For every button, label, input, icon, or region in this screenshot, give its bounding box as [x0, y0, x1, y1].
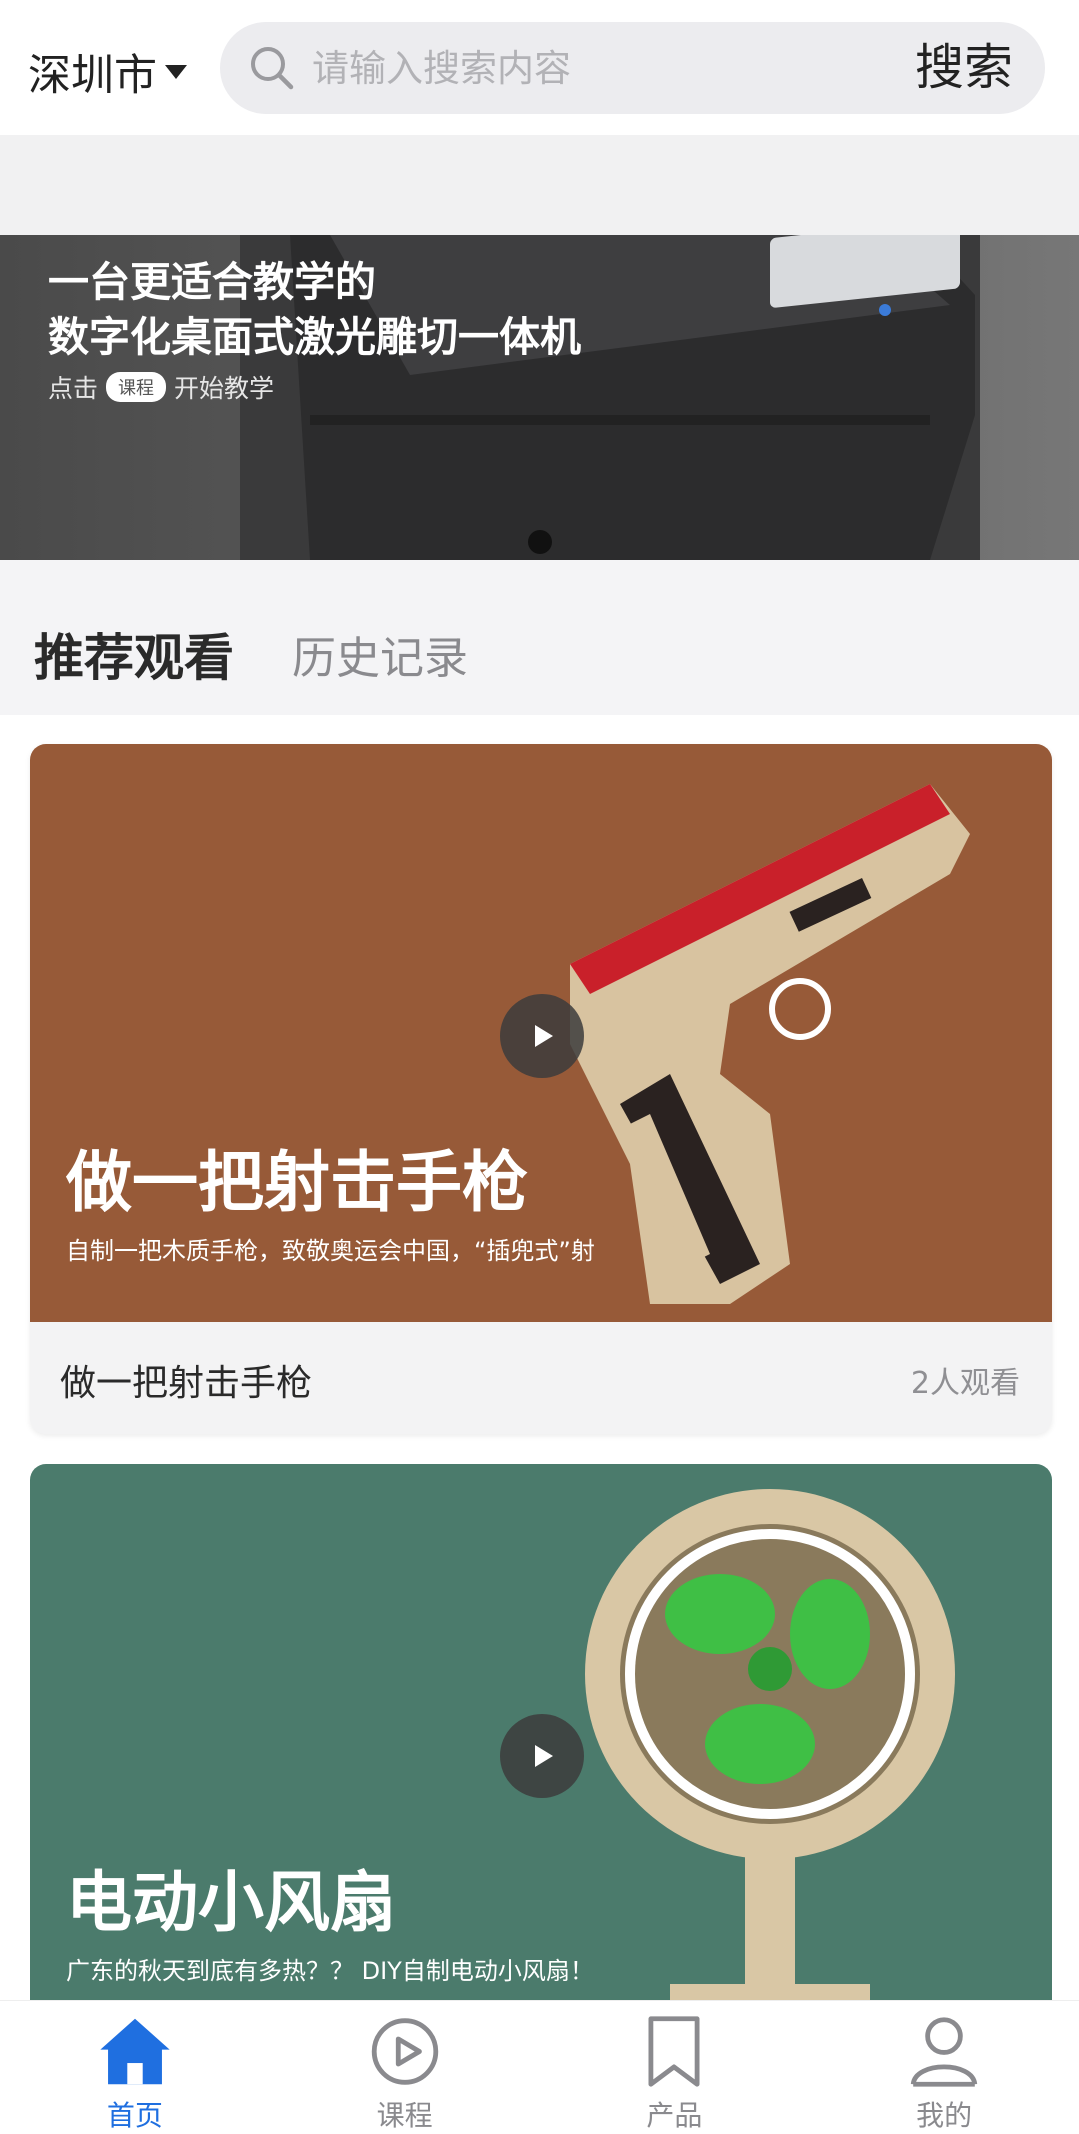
- video-thumbnail[interactable]: 做一把射击手枪 自制一把木质手枪，致敬奥运会中国，“插兜式”射: [30, 744, 1052, 1322]
- content-tabs: 推荐观看 历史记录: [0, 560, 1079, 715]
- banner-sub-prefix: 点击: [48, 374, 99, 403]
- play-button[interactable]: [500, 994, 584, 1078]
- city-selector[interactable]: 深圳市: [28, 40, 187, 104]
- video-card[interactable]: 电动小风扇 广东的秋天到底有多热？？ DIY自制电动小风扇！: [30, 1464, 1052, 2024]
- bookmark-icon: [648, 2016, 700, 2087]
- nav-courses[interactable]: 课程: [270, 2001, 540, 2134]
- nav-profile-label: 我的: [916, 2099, 973, 2132]
- nav-products[interactable]: 产品: [540, 2001, 810, 2134]
- tab-recommended[interactable]: 推荐观看: [34, 618, 234, 690]
- banner-title-line1: 一台更适合教学的: [48, 258, 376, 306]
- play-icon: [535, 1745, 553, 1767]
- home-icon: [100, 2018, 170, 2085]
- video-card[interactable]: 做一把射击手枪 自制一把木质手枪，致敬奥运会中国，“插兜式”射 做一把射击手枪 …: [30, 744, 1052, 1434]
- search-input[interactable]: [312, 46, 872, 90]
- nav-home-label: 首页: [106, 2099, 163, 2132]
- video-overlay-description: 广东的秋天到底有多热？？ DIY自制电动小风扇！: [66, 1957, 594, 1985]
- video-overlay-description: 自制一把木质手枪，致敬奥运会中国，“插兜式”射: [66, 1237, 595, 1265]
- tab-history[interactable]: 历史记录: [292, 622, 468, 686]
- nav-courses-label: 课程: [376, 2099, 433, 2132]
- video-card-footer: 做一把射击手枪 2人观看: [30, 1322, 1052, 1434]
- view-count: 2人观看: [910, 1366, 1020, 1401]
- search-bar: 搜索: [220, 22, 1045, 114]
- banner-subtitle: 点击 课程 开始教学: [48, 369, 274, 405]
- play-button[interactable]: [500, 1714, 584, 1798]
- banner-title: 一台更适合教学的 数字化桌面式激光雕切一体机: [48, 255, 581, 365]
- bottom-nav: 首页 课程 产品 我的: [0, 2000, 1079, 2134]
- banner-title-line2: 数字化桌面式激光雕切一体机: [48, 313, 581, 361]
- top-bar: 深圳市 搜索: [0, 0, 1079, 135]
- nav-products-label: 产品: [646, 2099, 703, 2132]
- nav-profile[interactable]: 我的: [809, 2001, 1079, 2134]
- banner-course-badge: 课程: [106, 372, 167, 402]
- play-circle-icon: [371, 2018, 438, 2085]
- banner-sub-suffix: 开始教学: [174, 374, 275, 403]
- banner-top-spacer: [0, 135, 1079, 235]
- city-label: 深圳市: [28, 51, 157, 101]
- nav-home[interactable]: 首页: [0, 2001, 270, 2134]
- video-title: 做一把射击手枪: [60, 1363, 313, 1404]
- video-thumbnail[interactable]: 电动小风扇 广东的秋天到底有多热？？ DIY自制电动小风扇！: [30, 1464, 1052, 2024]
- play-icon: [535, 1025, 553, 1047]
- user-icon: [910, 2017, 978, 2087]
- caret-down-icon: [165, 65, 187, 79]
- video-overlay-title: 电动小风扇: [66, 1864, 396, 1941]
- carousel-indicator[interactable]: [528, 530, 552, 554]
- video-overlay-title: 做一把射击手枪: [66, 1144, 528, 1221]
- search-icon: [251, 47, 294, 90]
- promo-banner[interactable]: 一台更适合教学的 数字化桌面式激光雕切一体机 点击 课程 开始教学: [0, 235, 1079, 560]
- search-button[interactable]: 搜索: [915, 22, 1013, 114]
